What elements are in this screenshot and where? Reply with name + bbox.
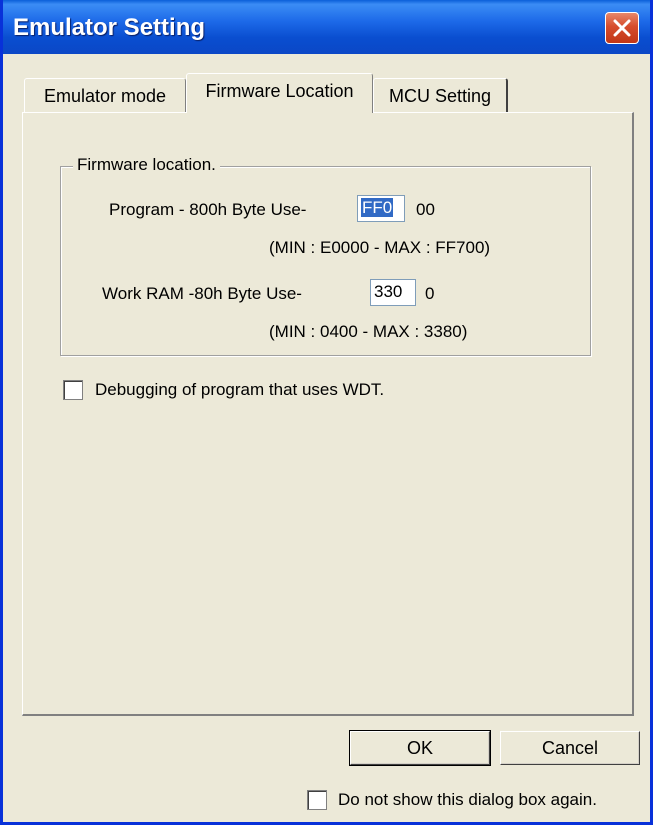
tab-label: MCU Setting bbox=[388, 86, 492, 106]
ok-button-label: OK bbox=[406, 738, 433, 758]
work-ram-address-suffix: 0 bbox=[425, 284, 435, 303]
tab-strip: Emulator mode Firmware Location MCU Sett… bbox=[3, 54, 650, 114]
close-button[interactable] bbox=[605, 12, 639, 44]
group-title: Firmware location. bbox=[73, 155, 220, 175]
program-address-value: FF0 bbox=[361, 198, 394, 217]
program-label: Program - 800h Byte Use- bbox=[109, 200, 307, 219]
wdt-debug-checkbox[interactable] bbox=[63, 380, 83, 400]
work-ram-address-value: 330 bbox=[374, 282, 403, 301]
tab-label: Firmware Location bbox=[205, 81, 354, 101]
cancel-button[interactable]: Cancel bbox=[500, 731, 640, 765]
tab-firmware-location[interactable]: Firmware Location bbox=[186, 73, 373, 113]
dont-show-again-checkbox[interactable] bbox=[307, 790, 327, 810]
program-address-input[interactable]: FF0 bbox=[357, 195, 405, 222]
work-ram-label: Work RAM -80h Byte Use- bbox=[102, 284, 302, 303]
tab-mcu-setting[interactable]: MCU Setting bbox=[373, 78, 508, 112]
program-address-suffix: 00 bbox=[416, 200, 435, 219]
firmware-location-group: Firmware location. Program - 800h Byte U… bbox=[60, 155, 591, 356]
work-ram-range-note: (MIN : 0400 - MAX : 3380) bbox=[269, 322, 468, 341]
wdt-debug-label[interactable]: Debugging of program that uses WDT. bbox=[95, 380, 384, 400]
dont-show-again-label[interactable]: Do not show this dialog box again. bbox=[338, 790, 597, 810]
program-range-note: (MIN : E0000 - MAX : FF700) bbox=[269, 238, 491, 257]
title-bar[interactable]: Emulator Setting bbox=[3, 0, 650, 54]
tab-label: Emulator mode bbox=[43, 86, 167, 106]
window-title: Emulator Setting bbox=[13, 14, 206, 41]
tab-panel-firmware-location: Firmware location. Program - 800h Byte U… bbox=[22, 112, 634, 716]
tab-emulator-mode[interactable]: Emulator mode bbox=[24, 78, 186, 112]
work-ram-address-input[interactable]: 330 bbox=[370, 279, 416, 306]
cancel-button-label: Cancel bbox=[541, 738, 599, 758]
emulator-setting-dialog: Emulator Setting Emulator mode Firmware … bbox=[0, 0, 653, 825]
ok-button[interactable]: OK bbox=[349, 730, 491, 766]
